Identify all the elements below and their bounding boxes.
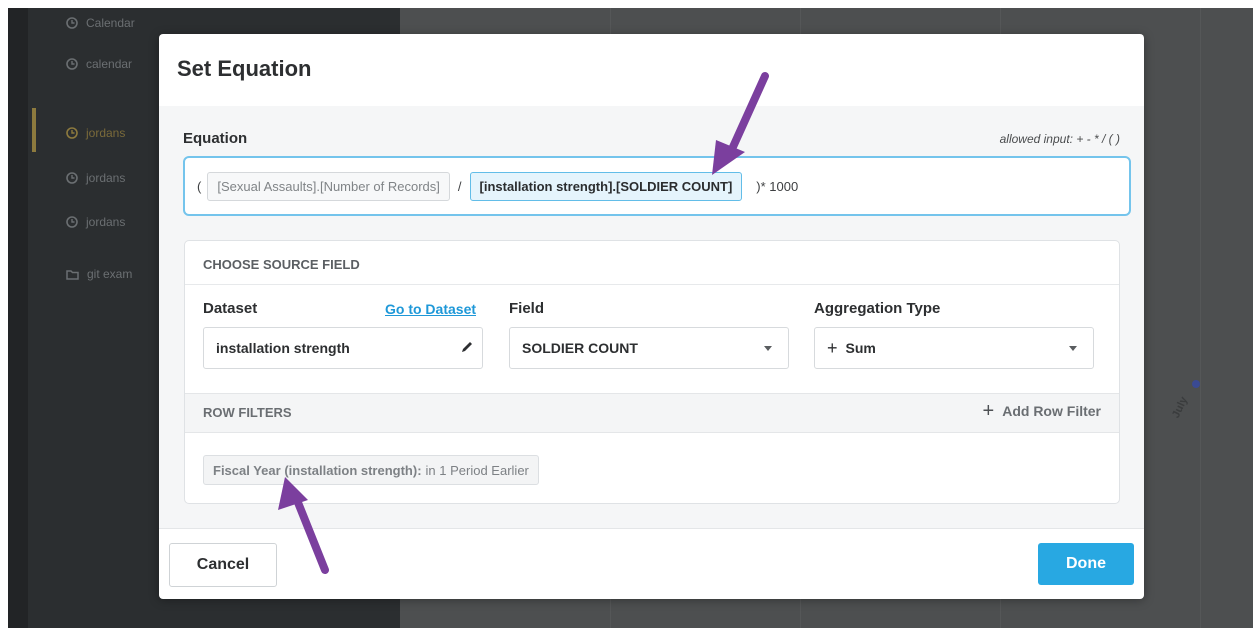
sidebar-item-calendar-2[interactable]: calendar bbox=[66, 53, 132, 75]
sidebar-item-label: git exam bbox=[87, 267, 133, 281]
sidebar-rail bbox=[8, 8, 28, 628]
row-filter-value: in 1 Period Earlier bbox=[425, 462, 529, 478]
aggregation-type-select[interactable]: + Sum bbox=[814, 327, 1094, 369]
sidebar-item-calendar[interactable]: Calendar bbox=[66, 12, 135, 34]
clock-icon bbox=[66, 127, 78, 139]
chevron-down-icon bbox=[1069, 345, 1077, 351]
sidebar-item-jordans-active[interactable]: jordans bbox=[66, 122, 125, 144]
sidebar-item-label: jordans bbox=[86, 126, 126, 140]
choose-source-field-panel: CHOOSE SOURCE FIELD Dataset Go to Datase… bbox=[184, 240, 1120, 504]
row-filters-header: ROW FILTERS + Add Row Filter bbox=[185, 393, 1119, 433]
sidebar-item-label: Calendar bbox=[86, 16, 135, 30]
field-label: Field bbox=[509, 300, 545, 317]
cancel-button[interactable]: Cancel bbox=[169, 543, 277, 587]
source-field-heading: CHOOSE SOURCE FIELD bbox=[203, 257, 360, 272]
set-equation-modal: Set Equation Equation allowed input: + -… bbox=[159, 34, 1144, 599]
equation-label: Equation bbox=[183, 130, 248, 147]
clock-icon bbox=[66, 58, 78, 70]
row-filter-chip[interactable]: Fiscal Year (installation strength): in … bbox=[203, 455, 539, 485]
sidebar-item-label: jordans bbox=[86, 215, 126, 229]
allowed-input-hint: allowed input: + - * / ( ) bbox=[999, 132, 1120, 146]
plus-icon: + bbox=[827, 337, 838, 358]
chart-point bbox=[1192, 380, 1200, 388]
clock-icon bbox=[66, 172, 78, 184]
equation-operator: / bbox=[457, 178, 462, 194]
clock-icon bbox=[66, 17, 78, 29]
sidebar-active-indicator bbox=[32, 108, 36, 152]
dataset-value: installation strength bbox=[216, 340, 350, 356]
sidebar-item-jordans-2[interactable]: jordans bbox=[66, 167, 125, 189]
done-button[interactable]: Done bbox=[1038, 543, 1134, 585]
modal-header: Set Equation bbox=[159, 34, 1144, 107]
sidebar-item-label: calendar bbox=[86, 57, 133, 71]
add-row-filter-button[interactable]: + Add Row Filter bbox=[982, 400, 1101, 422]
equation-open-paren: ( bbox=[197, 178, 202, 194]
aggregation-value: Sum bbox=[845, 340, 876, 356]
equation-tail: )* 1000 bbox=[756, 178, 799, 194]
field-value: SOLDIER COUNT bbox=[522, 340, 638, 356]
modal-footer: Cancel Done bbox=[159, 528, 1144, 599]
equation-term-chip-selected[interactable]: [installation strength].[SOLDIER COUNT] bbox=[469, 171, 743, 201]
dataset-field[interactable]: installation strength bbox=[203, 327, 483, 369]
go-to-dataset-link[interactable]: Go to Dataset bbox=[385, 301, 476, 317]
divider bbox=[185, 284, 1119, 285]
row-filter-name: Fiscal Year (installation strength): bbox=[213, 462, 422, 478]
sidebar-item-git-examples[interactable]: git exam bbox=[66, 263, 132, 285]
field-select[interactable]: SOLDIER COUNT bbox=[509, 327, 789, 369]
aggregation-type-label: Aggregation Type bbox=[814, 300, 941, 317]
sidebar-item-jordans-3[interactable]: jordans bbox=[66, 211, 125, 233]
sidebar-item-label: jordans bbox=[86, 171, 126, 185]
plus-icon: + bbox=[982, 400, 995, 422]
modal-title: Set Equation bbox=[177, 56, 312, 81]
equation-term-chip[interactable]: [Sexual Assaults].[Number of Records] bbox=[207, 171, 450, 201]
pencil-icon[interactable] bbox=[452, 340, 482, 357]
row-filters-heading: ROW FILTERS bbox=[203, 405, 292, 420]
add-row-filter-label: Add Row Filter bbox=[1002, 403, 1101, 419]
folder-icon bbox=[66, 269, 79, 280]
dataset-label: Dataset bbox=[203, 300, 258, 317]
clock-icon bbox=[66, 216, 78, 228]
grid-line bbox=[1200, 8, 1201, 628]
chevron-down-icon bbox=[764, 345, 772, 351]
equation-input[interactable]: ( [Sexual Assaults].[Number of Records] … bbox=[183, 156, 1131, 216]
